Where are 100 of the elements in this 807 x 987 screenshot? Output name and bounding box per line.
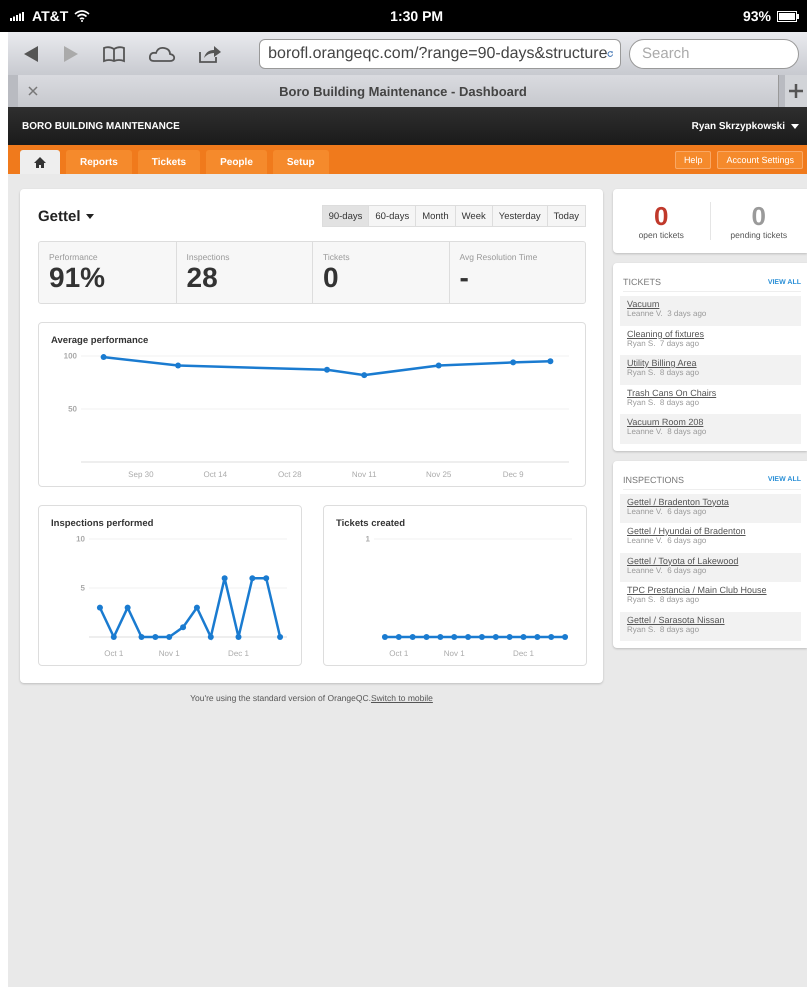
axis-label: Sep 30 [128, 470, 154, 479]
signal-icon [10, 12, 26, 20]
axis-label: Oct 1 [104, 649, 124, 658]
address-bar[interactable]: borofl.orangeqc.com/?range=90-days&structure [259, 38, 621, 68]
chart-title: Inspections performed [51, 518, 154, 529]
item-meta: Ryan S. 7 days ago [627, 338, 700, 348]
caret-icon [791, 124, 799, 128]
stat-value: 0 [323, 262, 340, 294]
cloud-icon[interactable] [148, 44, 176, 62]
item-link[interactable]: Trash Cans On Chairs [627, 388, 794, 398]
item-meta: Leanne V. 8 days ago [627, 427, 708, 436]
range-button[interactable]: Yesterday [492, 205, 548, 227]
data-point [194, 604, 200, 611]
item-link[interactable]: Gettel / Toyota of Lakewood [627, 556, 794, 566]
battery-icon [777, 10, 799, 22]
stat-label: Avg Resolution Time [460, 252, 538, 262]
data-point [110, 634, 117, 640]
stat-label: Tickets [323, 252, 351, 262]
item-link[interactable]: Gettel / Sarasota Nissan [627, 614, 794, 624]
axis-label: 5 [80, 584, 85, 592]
axis-label: Nov 25 [426, 470, 452, 479]
item-link[interactable]: Cleaning of fixtures [627, 328, 794, 338]
footer-note: You're using the standard version of OrangeQC.Switch to mobile [189, 693, 434, 703]
chart-title: Average performance [51, 335, 150, 346]
axis-label: 1 [366, 534, 370, 544]
stat-label: Inspections [186, 252, 230, 262]
data-point [166, 634, 172, 640]
share-icon[interactable] [198, 44, 222, 64]
battery-level: 93% [742, 8, 771, 24]
switch-link[interactable]: Switch to mobile [370, 693, 433, 703]
data-point [361, 372, 368, 378]
item-meta: Leanne V. 6 days ago [627, 566, 708, 574]
range-button[interactable]: 90-days [322, 205, 370, 227]
range-button[interactable]: Month [415, 205, 456, 227]
data-point [249, 575, 256, 582]
data-point [208, 634, 214, 640]
item-meta: Ryan S. 8 days ago [627, 368, 700, 377]
item-link[interactable]: Utility Billing Area [627, 358, 794, 368]
data-point [277, 634, 284, 640]
axis-label: Dec 1 [228, 649, 249, 658]
home-icon [34, 156, 46, 168]
item-meta: Ryan S. 8 days ago [627, 595, 700, 604]
data-point [236, 634, 242, 640]
stat-value: - [460, 262, 470, 294]
data-point [263, 575, 270, 582]
plus-icon [789, 84, 803, 98]
search-field[interactable]: Search [629, 38, 799, 68]
data-point [222, 575, 228, 582]
stat-label: Performance [49, 252, 99, 262]
axis-label: Nov 11 [352, 470, 377, 479]
item-link[interactable]: Vacuum Room 208 [627, 417, 794, 427]
stat-value: 91% [49, 262, 106, 294]
range-button[interactable]: 60-days [368, 205, 416, 227]
data-point [510, 359, 516, 366]
home-tab[interactable] [20, 150, 60, 174]
item-link[interactable]: Vacuum [627, 299, 794, 309]
tab-title: Boro Building Maintenance - Dashboard [278, 84, 528, 98]
list-title: TICKETS [623, 277, 662, 287]
data-point [324, 366, 330, 373]
item-link[interactable]: Gettel / Hyundai of Bradenton [627, 526, 794, 536]
data-point [436, 362, 442, 369]
close-icon[interactable] [28, 86, 38, 96]
data-point [175, 362, 182, 369]
axis-label: Nov 1 [158, 649, 180, 658]
item-link[interactable]: TPC Prestancia / Main Club House [627, 585, 794, 595]
item-meta: Ryan S. 8 days ago [627, 398, 700, 406]
item-link[interactable]: Gettel / Bradenton Toyota [627, 496, 794, 506]
caret-icon [86, 214, 94, 218]
data-point [180, 624, 186, 630]
browser-tab[interactable]: Boro Building Maintenance - Dashboard [18, 75, 779, 107]
axis-label: Dec 9 [502, 470, 524, 479]
data-point [138, 634, 144, 640]
back-icon[interactable] [22, 44, 40, 62]
list-title: INSPECTIONS [623, 474, 684, 484]
bookmarks-icon[interactable] [102, 44, 126, 62]
item-meta: Leanne V. 3 days ago [627, 309, 708, 318]
count-label: pending tickets [730, 230, 788, 240]
brand-name: BORO BUILDING MAINTENANCE [22, 120, 180, 132]
carrier-name: AT&T [32, 8, 68, 24]
count-label: open tickets [638, 230, 684, 240]
axis-label: Dec 1 [513, 649, 534, 658]
data-point [152, 634, 158, 640]
chart-title: Tickets created [336, 518, 406, 529]
data-point [96, 604, 103, 611]
axis-label: Nov 1 [444, 649, 465, 658]
axis-label: 100 [64, 352, 77, 360]
range-button[interactable]: Today [546, 205, 586, 227]
stat-value: 28 [186, 262, 219, 294]
axis-label: Oct 1 [389, 649, 408, 658]
range-button[interactable]: Week [454, 205, 493, 227]
axis-label: 50 [68, 404, 77, 414]
data-point [124, 604, 131, 611]
new-tab-button[interactable] [785, 75, 807, 107]
item-meta: Ryan S. 8 days ago [627, 624, 700, 634]
location-dropdown[interactable]: Gettel [38, 208, 94, 224]
data-point [547, 358, 554, 364]
wifi-icon [74, 10, 90, 22]
user-menu[interactable]: Ryan Skrzypkowski [692, 120, 799, 132]
axis-label: Oct 14 [204, 470, 228, 479]
clock: 1:30 PM [390, 8, 444, 24]
